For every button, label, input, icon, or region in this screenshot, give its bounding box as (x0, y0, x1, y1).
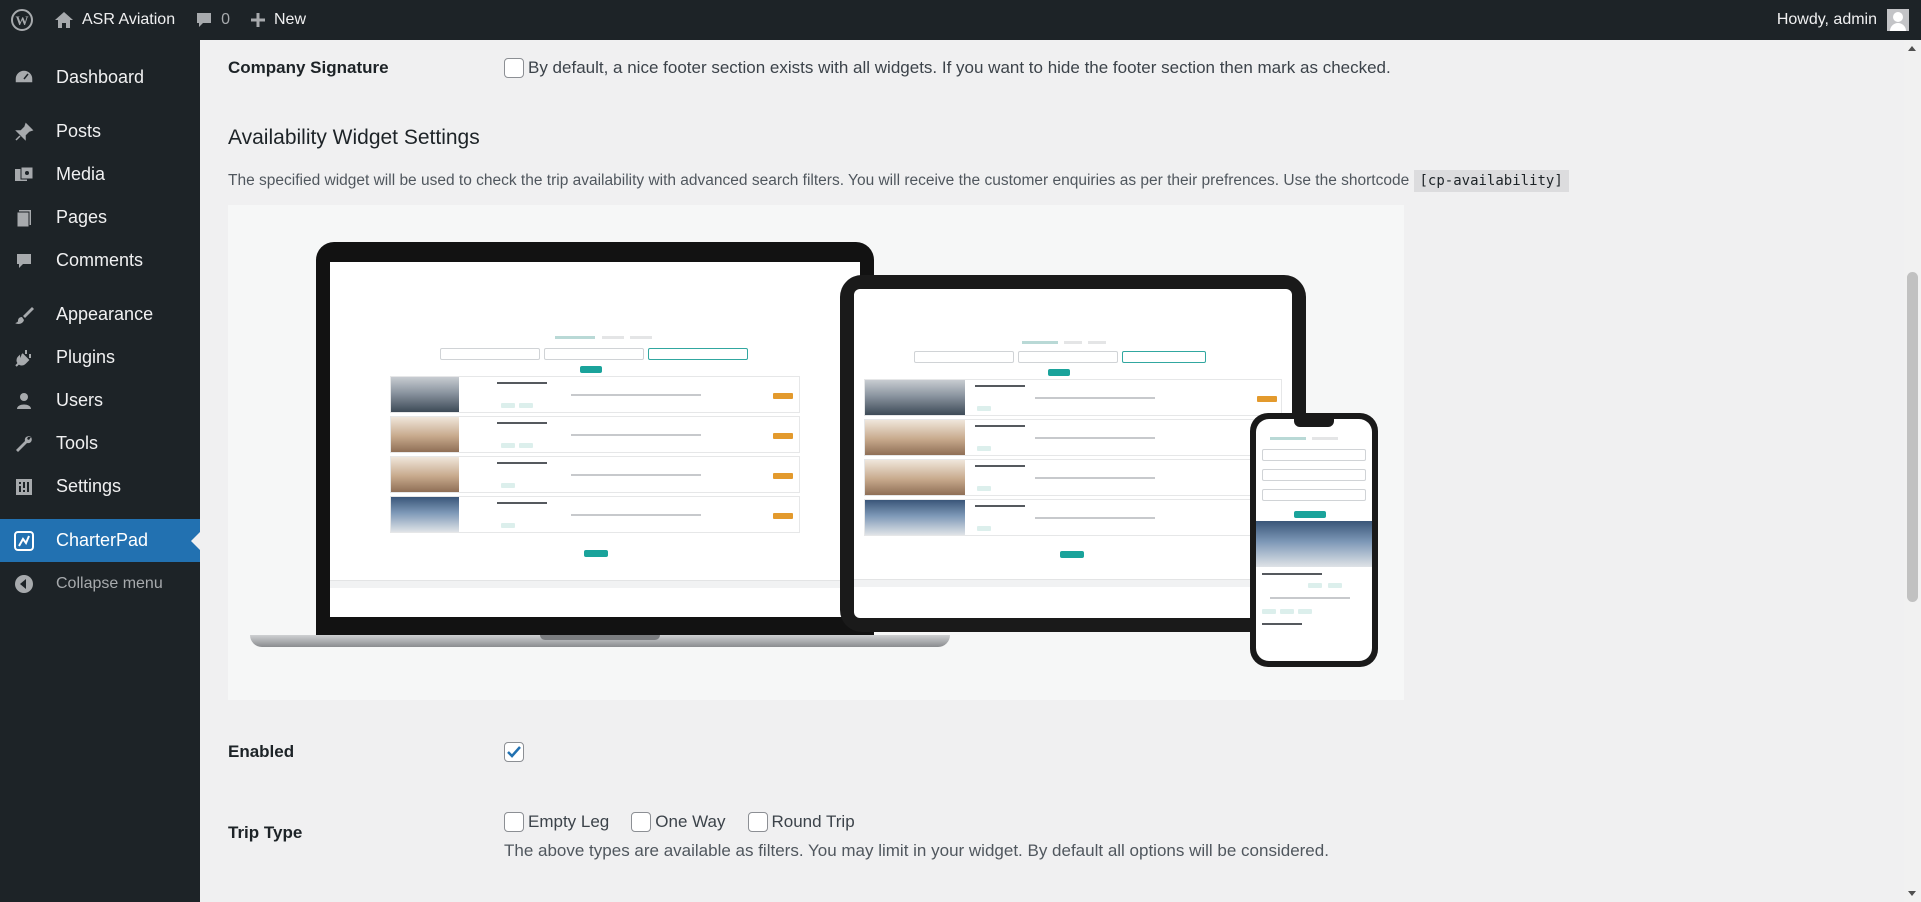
empty-leg-checkbox[interactable] (504, 812, 524, 832)
round-trip-label: Round Trip (771, 812, 855, 831)
comments-link[interactable]: 0 (185, 0, 240, 40)
laptop-mockup (316, 242, 874, 637)
menu-label: Dashboard (56, 67, 145, 87)
company-signature-option[interactable]: By default, a nice footer section exists… (504, 58, 1391, 78)
menu-settings[interactable]: Settings (0, 465, 200, 508)
enabled-row: Enabled (228, 742, 528, 762)
one-way-checkbox[interactable] (631, 812, 652, 832)
menu-label: Comments (56, 250, 144, 270)
availability-heading: Availability Widget Settings (228, 126, 480, 149)
widget-preview-image (228, 205, 1404, 700)
settings-icon (12, 475, 36, 499)
menu-comments[interactable]: Comments (0, 239, 200, 282)
trip-type-empty-leg[interactable]: Empty Leg (504, 812, 609, 832)
plugin-icon (12, 346, 36, 370)
menu-posts[interactable]: Posts (0, 110, 200, 153)
comments-count: 0 (221, 11, 230, 28)
wordpress-logo-icon[interactable]: W (0, 0, 44, 40)
company-signature-checkbox[interactable] (504, 58, 524, 78)
menu-tools[interactable]: Tools (0, 422, 200, 465)
pin-icon (12, 120, 36, 144)
enabled-label: Enabled (228, 742, 295, 761)
admin-bar: W ASR Aviation 0 New Howdy, admin (0, 0, 1921, 40)
company-signature-description: By default, a nice footer section exists… (528, 58, 1391, 77)
admin-menu: Dashboard Posts Media Pages Comments App… (0, 40, 200, 902)
menu-users[interactable]: Users (0, 379, 200, 422)
dashboard-icon (12, 66, 36, 90)
menu-media[interactable]: Media (0, 153, 200, 196)
user-icon (12, 389, 36, 413)
comment-icon (195, 11, 213, 29)
menu-dashboard[interactable]: Dashboard (0, 56, 200, 99)
tablet-mockup (840, 275, 1306, 632)
collapse-menu-button[interactable]: Collapse menu (0, 562, 200, 605)
shortcode: [cp-availability] (1413, 170, 1569, 192)
menu-label: Pages (56, 207, 108, 227)
phone-screen (1256, 419, 1372, 661)
new-content-link[interactable]: New (240, 0, 316, 40)
wrench-icon (12, 432, 36, 456)
scroll-down-arrow-icon[interactable] (1908, 891, 1916, 896)
vertical-scrollbar[interactable] (1904, 40, 1921, 902)
menu-label: Collapse menu (56, 574, 163, 592)
my-account-link[interactable]: Howdy, admin (1767, 0, 1921, 40)
svg-text:W: W (16, 13, 29, 28)
menu-charterpad[interactable]: CharterPad (0, 519, 200, 562)
site-name-link[interactable]: ASR Aviation (44, 0, 185, 40)
trip-type-round-trip[interactable]: Round Trip (747, 812, 855, 832)
media-icon (12, 163, 36, 187)
menu-label: Users (56, 390, 104, 410)
menu-label: Tools (56, 433, 99, 453)
trip-type-help: The above types are available as filters… (504, 841, 1329, 860)
trip-type-options: Empty Leg One Way Round Trip The above t… (504, 811, 1329, 861)
availability-description-text: The specified widget will be used to che… (228, 172, 1410, 189)
laptop-screen (330, 262, 860, 617)
menu-label: Media (56, 164, 106, 184)
collapse-icon (12, 572, 36, 596)
scrollbar-thumb[interactable] (1907, 272, 1918, 602)
tablet-screen (854, 289, 1292, 618)
menu-label: Posts (56, 121, 102, 141)
plus-icon (250, 12, 266, 28)
menu-label: Appearance (56, 304, 154, 324)
trip-type-one-way[interactable]: One Way (631, 812, 726, 832)
pages-icon (12, 206, 36, 230)
main-content: Company Signature By default, a nice foo… (200, 40, 1904, 902)
laptop-base (250, 635, 950, 647)
paintbrush-icon (12, 303, 36, 327)
comment-icon (12, 249, 36, 273)
enabled-checkbox[interactable] (504, 742, 524, 762)
menu-appearance[interactable]: Appearance (0, 293, 200, 336)
empty-leg-label: Empty Leg (528, 812, 610, 831)
availability-description: The specified widget will be used to che… (228, 170, 1569, 192)
menu-plugins[interactable]: Plugins (0, 336, 200, 379)
menu-label: Plugins (56, 347, 116, 367)
greeting: Howdy, admin (1776, 11, 1877, 28)
avatar (1887, 9, 1909, 31)
menu-label: Settings (56, 476, 122, 496)
menu-label: CharterPad (56, 530, 149, 550)
company-signature-row: Company Signature By default, a nice foo… (228, 58, 1413, 78)
site-name: ASR Aviation (82, 11, 176, 28)
trip-type-label: Trip Type (228, 823, 303, 842)
new-label: New (274, 11, 307, 28)
home-icon (54, 11, 74, 29)
charterpad-icon (12, 529, 36, 553)
company-signature-label: Company Signature (228, 58, 389, 77)
round-trip-checkbox[interactable] (747, 812, 768, 832)
menu-pages[interactable]: Pages (0, 196, 200, 239)
one-way-label: One Way (655, 812, 726, 831)
trip-type-row: Trip Type Empty Leg One Way Round Trip T… (228, 811, 1329, 861)
phone-mockup (1250, 413, 1378, 667)
scroll-up-arrow-icon[interactable] (1908, 46, 1916, 51)
